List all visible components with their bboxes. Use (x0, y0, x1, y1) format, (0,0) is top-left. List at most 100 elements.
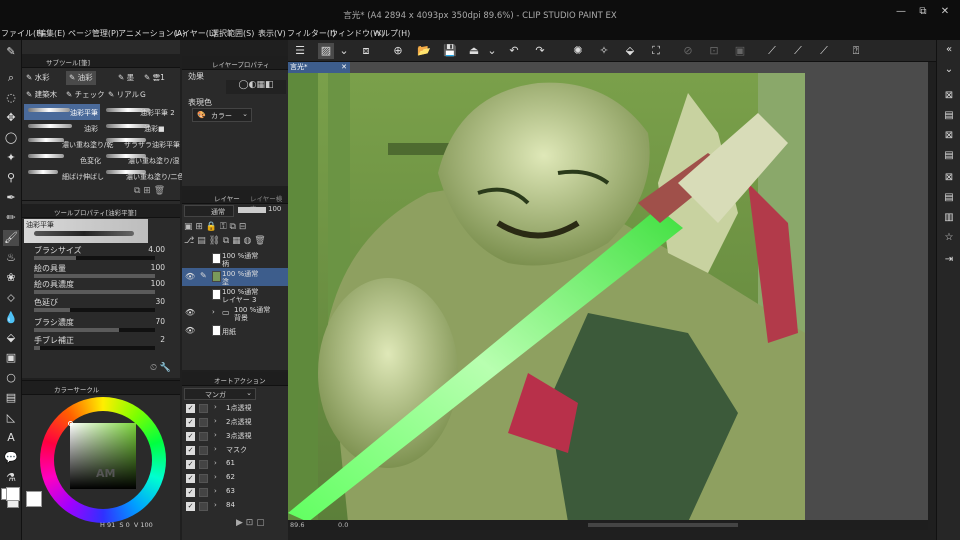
artwork-canvas[interactable] (288, 73, 805, 522)
view-icon[interactable]: ⧈ (358, 43, 374, 59)
prop-brush-density[interactable]: ブラシ濃度 70 (34, 317, 179, 333)
prop-stabilization[interactable]: 手ブレ補正 2 (34, 335, 179, 351)
panel-icon[interactable]: ▥ (941, 210, 957, 226)
menu-view[interactable]: 表示(V) (258, 28, 286, 39)
menu-icon[interactable]: ☰ (292, 43, 308, 59)
prop-paint-amount[interactable]: 絵の具量 100 (34, 263, 179, 279)
layer-folder[interactable]: 👁 › ▭ 100 %通常 背景 (182, 304, 288, 322)
brush-item[interactable]: 細ばけ伸ばし (62, 172, 104, 182)
brush-item[interactable]: 油彩平筆 (70, 108, 98, 118)
tab-oil[interactable]: ✎ 油彩 (66, 71, 96, 85)
tab-watercolor[interactable]: ✎ 水彩 (26, 71, 50, 85)
eye-icon[interactable]: 👁 (185, 272, 195, 281)
tab-layer[interactable]: レイヤー (214, 193, 240, 203)
brush-item[interactable]: 色変化 (80, 156, 101, 166)
angle-readout[interactable]: 0.0 (338, 521, 348, 529)
menu-edit[interactable]: 編集(E) (38, 28, 65, 39)
layer-paper[interactable]: 👁 用紙 (182, 322, 288, 340)
tab-real[interactable]: ✎ リアルＧ (108, 88, 147, 102)
brush-item[interactable]: ザラザラ油彩平筆 (124, 140, 180, 150)
pen-tool-icon[interactable]: ✒ (3, 190, 19, 206)
effect-buttons[interactable]: ◯◐▦◧ (226, 80, 286, 94)
prop-color-stretch[interactable]: 色延び 30 (34, 297, 179, 313)
clear-icon[interactable]: ✧ (596, 43, 612, 59)
expression-color-select[interactable]: 🎨 カラー ⌄ (192, 108, 252, 122)
close-icon[interactable]: ✕ (934, 6, 956, 22)
brush-item[interactable]: 油彩平筆 2 (140, 108, 175, 118)
deselect-icon[interactable]: ⊘ (680, 43, 696, 59)
magic-wand-icon[interactable]: ✦ (3, 150, 19, 166)
panel-star-icon[interactable]: ☆ (941, 230, 957, 246)
opacity-slider[interactable] (238, 207, 266, 213)
lasso-select-icon[interactable]: ◌ (3, 90, 19, 106)
canvas-icon[interactable]: ▨ (318, 43, 334, 59)
chevron-down-icon[interactable]: ⌄ (484, 43, 500, 59)
color-picker-cursor[interactable] (68, 421, 73, 426)
tab-building[interactable]: ✎ 建築木 (26, 88, 57, 102)
prop-brush-size[interactable]: ブラシサイズ 4.00 (34, 245, 179, 261)
fill-bucket-icon[interactable]: ⬙ (622, 43, 638, 59)
pencil-icon[interactable]: ✏ (3, 210, 19, 226)
zoom-icon[interactable]: ⌕ (3, 70, 19, 86)
figure-icon[interactable]: ○ (3, 370, 19, 386)
brush-item[interactable]: 油彩■ (144, 124, 165, 134)
new-icon[interactable]: ⊕ (390, 43, 406, 59)
chevron-down-icon[interactable]: ⌄ (336, 43, 352, 59)
layer-item[interactable]: 100 %通常 レイヤー 3 (182, 286, 288, 304)
eraser-icon[interactable]: ⬦ (3, 290, 19, 306)
saturation-value-square[interactable]: AM (70, 423, 136, 489)
brush-item[interactable]: 濃い重ね塗り/湿 (128, 156, 179, 166)
brush-icon[interactable]: 🖌 (3, 230, 19, 246)
blend-icon[interactable]: 💧 (3, 310, 19, 326)
menu-help[interactable]: ヘルプ(H) (374, 28, 410, 39)
blend-mode-select[interactable]: 通常 (184, 205, 234, 217)
export-icon[interactable]: ⏏ (466, 43, 482, 59)
decoration-icon[interactable]: ❀ (3, 270, 19, 286)
menu-selection[interactable]: 選択範囲(S) (211, 28, 254, 39)
move-icon[interactable]: ✥ (3, 110, 19, 126)
layer-item[interactable]: 100 %通常柄 (182, 250, 288, 268)
chevron-down-icon[interactable]: ⌄ (941, 62, 957, 78)
ruler-snap-icon[interactable]: ⟋ (764, 43, 780, 59)
action-item[interactable]: ✓ › 84 (182, 500, 288, 514)
panel-icon[interactable]: ▤ (941, 148, 957, 164)
tab-ink[interactable]: ✎ 墨 (118, 71, 134, 85)
text-icon[interactable]: A (3, 430, 19, 446)
action-item[interactable]: ✓ › 61 (182, 458, 288, 472)
eye-icon[interactable]: 👁 (185, 326, 195, 335)
action-controls-icon[interactable]: ▶ ⊡ ▢ (236, 518, 265, 528)
eyedropper-icon[interactable]: ⚲ (3, 170, 19, 186)
fill-icon[interactable]: ⬙ (3, 330, 19, 346)
correct-line-icon[interactable]: ⚗ (3, 470, 19, 486)
crop-icon[interactable]: ⊡ (706, 43, 722, 59)
horizontal-scrollbar[interactable] (588, 523, 738, 527)
gradient-icon[interactable]: ▣ (3, 350, 19, 366)
balloon-icon[interactable]: 💬 (3, 450, 19, 466)
brush-item[interactable]: 濃い重ね塗り/乾 (62, 140, 113, 150)
layer-property-tab[interactable]: レイヤープロパティ (182, 56, 288, 70)
lasso-icon[interactable]: ◯ (3, 130, 19, 146)
menu-filter[interactable]: フィルター(I) (287, 28, 335, 39)
loading-icon[interactable]: ✺ (570, 43, 586, 59)
panel-icon[interactable]: ▤ (941, 108, 957, 124)
layer-tools-icon[interactable]: ▣ ⊞ 🔒 ⚿ ⧉ ⊟ (184, 222, 246, 232)
restore-icon[interactable]: ⧉ (912, 6, 934, 22)
prop-paint-density[interactable]: 絵の具濃度 100 (34, 279, 179, 295)
panel-close-icon[interactable]: ⊠ (941, 128, 957, 144)
panel-close-icon[interactable]: ⊠ (941, 88, 957, 104)
chevron-right-icon[interactable]: › (212, 308, 215, 316)
layer-actions-icon[interactable]: ⎇ ▤ ⛓ ⧉ ▦ ◍ 🗑 (184, 236, 266, 246)
action-item[interactable]: ✓ › 2点透視 (182, 416, 288, 430)
layer-item-selected[interactable]: 👁 ✎ 100 %通常塗 (182, 268, 288, 286)
ruler-icon[interactable]: ◺ (3, 410, 19, 426)
main-color[interactable] (6, 487, 20, 501)
help-icon[interactable]: ⍰ (848, 43, 864, 59)
panel-export-icon[interactable]: ⇥ (941, 252, 957, 268)
pen-icon[interactable]: ✎ (3, 44, 19, 60)
action-item[interactable]: ✓ › 3点透視 (182, 430, 288, 444)
action-set-select[interactable]: マンガ ⌄ (184, 388, 256, 400)
save-icon[interactable]: 💾 (442, 43, 458, 59)
action-item[interactable]: ✓ › マスク (182, 444, 288, 458)
grid-snap-icon[interactable]: ⟋ (816, 43, 832, 59)
tab-check[interactable]: ✎ チェック (66, 88, 105, 102)
